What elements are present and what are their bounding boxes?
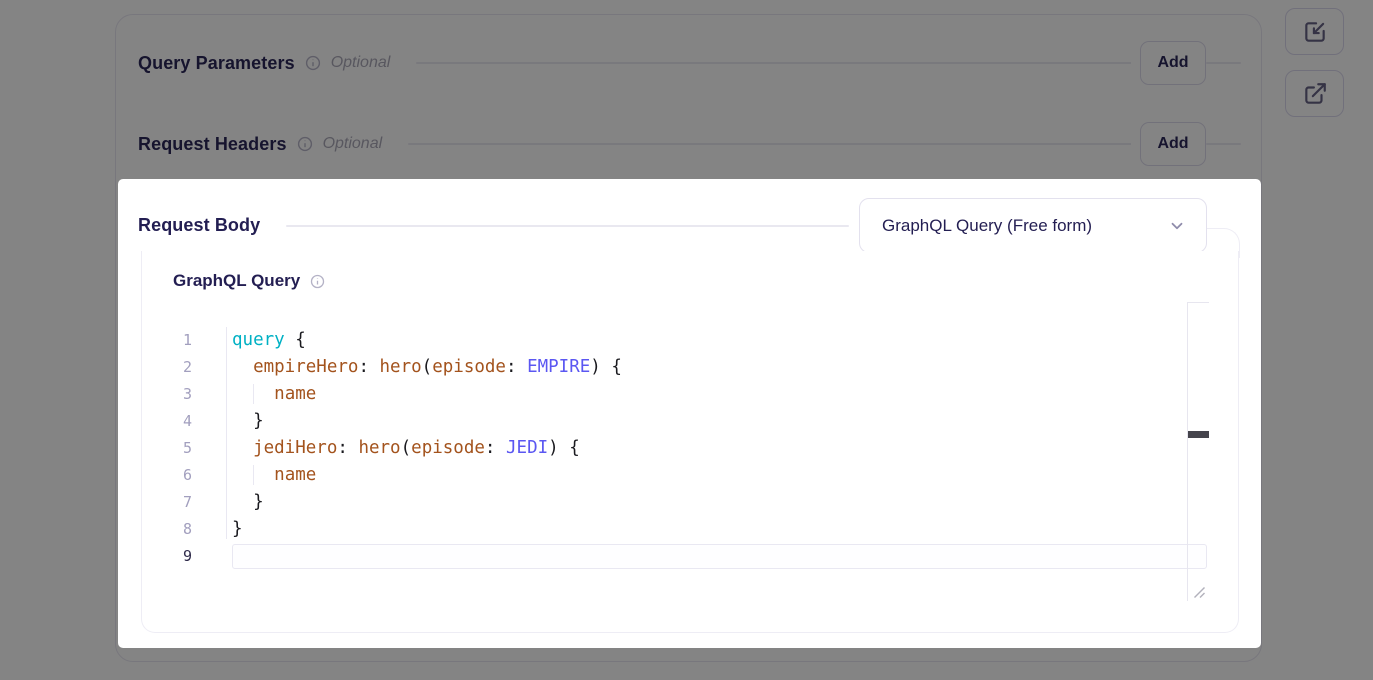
line-code: jediHero: hero(episode: JEDI) {: [232, 435, 580, 462]
indent-guide: [253, 384, 254, 404]
code-line[interactable]: 1 query {: [142, 327, 1238, 354]
graphql-query-label-row: GraphQL Query: [173, 271, 325, 291]
indent-guide: [253, 465, 254, 485]
import-icon: [1302, 19, 1328, 45]
body-type-selected-value: GraphQL Query (Free form): [882, 216, 1092, 236]
request-config-card: Query Parameters Optional Add Request He…: [115, 14, 1262, 662]
line-number: 5: [142, 435, 192, 462]
info-icon[interactable]: [297, 136, 313, 152]
add-query-parameter-button[interactable]: Add: [1140, 41, 1206, 85]
line-number: 1: [142, 327, 192, 354]
line-number: 7: [142, 489, 192, 516]
line-number: 6: [142, 462, 192, 489]
chevron-down-icon: [1168, 217, 1186, 235]
line-code: }: [232, 489, 264, 516]
line-code: name: [232, 381, 316, 408]
divider-line: [408, 143, 1140, 145]
open-external-button[interactable]: [1285, 70, 1344, 117]
code-line[interactable]: 9: [142, 543, 1238, 570]
line-number: 4: [142, 408, 192, 435]
request-headers-title: Request Headers: [138, 134, 287, 155]
code-lines[interactable]: 1query {2 empireHero: hero(episode: EMPI…: [142, 327, 1238, 570]
editor-scrollbar-track: [1187, 302, 1188, 601]
page-root: Query Parameters Optional Add Request He…: [0, 0, 1373, 680]
request-body-title: Request Body: [138, 215, 260, 236]
line-code: }: [232, 408, 264, 435]
code-line[interactable]: 4 }: [142, 408, 1238, 435]
editor-scrollbar-track: [1187, 302, 1209, 303]
optional-label: Optional: [323, 135, 383, 153]
divider-line: [1206, 62, 1241, 64]
line-number: 8: [142, 516, 192, 543]
external-link-icon: [1302, 81, 1328, 107]
code-line[interactable]: 2 empireHero: hero(episode: EMPIRE) {: [142, 354, 1238, 381]
line-code: name: [232, 462, 316, 489]
code-line[interactable]: 5 jediHero: hero(episode: JEDI) {: [142, 435, 1238, 462]
code-line[interactable]: 3 name: [142, 381, 1238, 408]
divider-line: [1206, 143, 1241, 145]
section-query-parameters: Query Parameters Optional Add: [138, 41, 1241, 85]
code-line[interactable]: 8}: [142, 516, 1238, 543]
graphql-query-card: GraphQL Query 1query {2 empireHero: hero…: [141, 251, 1239, 633]
line-code: query {: [232, 327, 306, 354]
editor-scrollbar-thumb[interactable]: [1188, 431, 1209, 438]
section-request-headers: Request Headers Optional Add: [138, 122, 1241, 166]
divider-line: [416, 62, 1140, 64]
info-icon[interactable]: [310, 274, 325, 289]
info-icon[interactable]: [305, 55, 321, 71]
graphql-query-label: GraphQL Query: [173, 271, 300, 291]
line-number: 3: [142, 381, 192, 408]
import-code-button[interactable]: [1285, 8, 1344, 55]
code-line[interactable]: 7 }: [142, 489, 1238, 516]
divider-line: [286, 225, 849, 227]
add-request-header-button[interactable]: Add: [1140, 122, 1206, 166]
line-number: 9: [142, 543, 192, 570]
line-code: }: [232, 516, 243, 543]
body-type-select[interactable]: GraphQL Query (Free form): [859, 198, 1207, 253]
code-line[interactable]: 6 name: [142, 462, 1238, 489]
resize-handle-icon[interactable]: [1192, 585, 1206, 604]
query-parameters-title: Query Parameters: [138, 53, 295, 74]
active-line-cursor-box[interactable]: [232, 544, 1207, 569]
section-request-body: Request Body GraphQL Query (Free form): [138, 198, 1207, 253]
line-number: 2: [142, 354, 192, 381]
line-code: empireHero: hero(episode: EMPIRE) {: [232, 354, 622, 381]
optional-label: Optional: [331, 54, 391, 72]
